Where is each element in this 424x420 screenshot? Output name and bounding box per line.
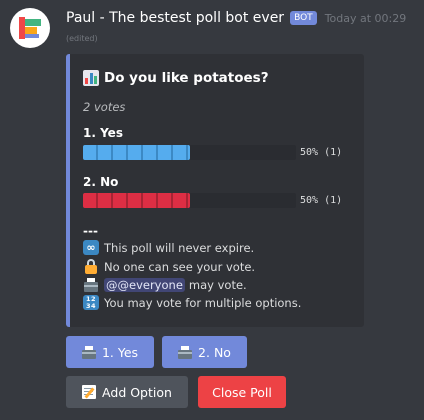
username[interactable]: Paul - The bestest poll bot ever — [66, 10, 284, 26]
option-percent: 50% (1) — [300, 195, 343, 206]
option-bar-fill — [83, 145, 190, 160]
memo-icon — [82, 385, 97, 399]
vote-count: 2 votes — [83, 100, 126, 114]
info-multiple-text: You may vote for multiple options. — [104, 295, 302, 310]
ballot-box-icon — [83, 277, 99, 292]
vote-no-label: 2. No — [198, 344, 231, 360]
edited-label: (edited) — [66, 34, 98, 43]
bot-badge: BOT — [290, 11, 317, 25]
info-expire-text: This poll will never expire. — [104, 240, 255, 255]
close-poll-button[interactable]: Close Poll — [198, 376, 286, 408]
info-private: No one can see your vote. — [83, 259, 255, 274]
poll-question: Do you like potatoes? — [104, 70, 269, 86]
option-bar-track — [83, 145, 296, 160]
avatar-logo-bar — [25, 27, 37, 34]
info-voters: @@everyone may vote. — [83, 277, 247, 292]
ballot-box-icon — [81, 345, 96, 359]
divider-text: --- — [83, 224, 98, 238]
avatar-logo-bar — [25, 19, 41, 26]
poll-title: Do you like potatoes? — [83, 70, 269, 86]
bar-chart-icon — [83, 70, 99, 86]
lock-icon — [83, 259, 99, 274]
everyone-mention[interactable]: @@everyone — [104, 277, 185, 292]
info-multiple: 12 34 You may vote for multiple options. — [83, 295, 301, 310]
input-numbers-icon: 12 34 — [83, 295, 99, 310]
avatar-logo-bar — [25, 34, 39, 38]
info-voters-text: may vote. — [188, 277, 247, 292]
bot-avatar[interactable] — [10, 8, 50, 48]
info-expire: ∞ This poll will never expire. — [83, 240, 254, 255]
option-bar-track — [83, 193, 296, 208]
vote-yes-label: 1. Yes — [101, 344, 139, 360]
timestamp: Today at 00:29 — [324, 11, 407, 25]
option-label: 1. Yes — [83, 126, 123, 140]
option-percent: 50% (1) — [300, 147, 343, 158]
add-option-label: Add Option — [102, 384, 172, 400]
option-bar-fill — [83, 193, 190, 208]
poll-embed: Do you like potatoes? 2 votes 1. Yes 50%… — [66, 54, 364, 327]
ballot-box-icon — [178, 345, 193, 359]
message-header: Paul - The bestest poll bot ever BOT Tod… — [66, 9, 406, 27]
option-label: 2. No — [83, 175, 119, 189]
add-option-button[interactable]: Add Option — [66, 376, 188, 408]
vote-yes-button[interactable]: 1. Yes — [66, 336, 154, 368]
info-private-text: No one can see your vote. — [104, 259, 256, 274]
infinity-icon: ∞ — [83, 240, 99, 255]
close-poll-label: Close Poll — [212, 384, 272, 400]
vote-no-button[interactable]: 2. No — [162, 336, 247, 368]
